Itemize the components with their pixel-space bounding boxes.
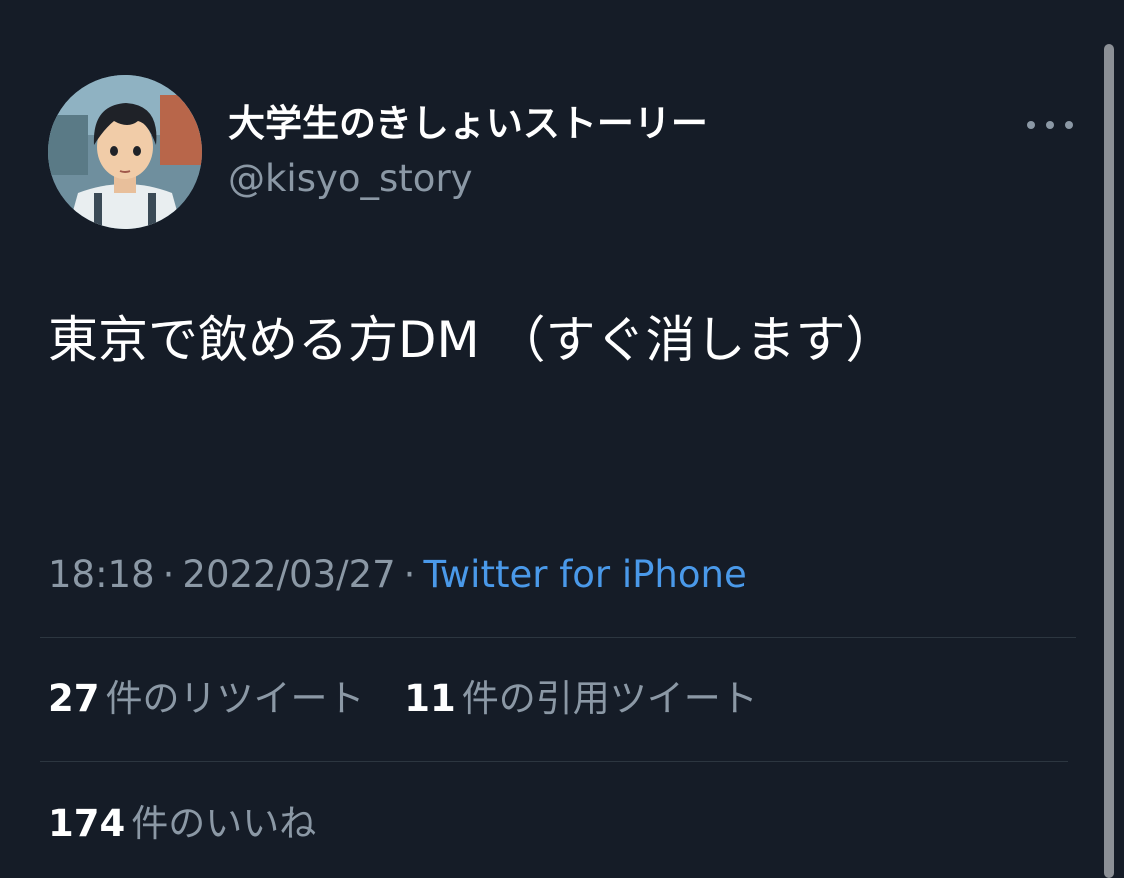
scrollbar[interactable] xyxy=(1104,44,1114,878)
likes-label: 件のいいね xyxy=(131,802,317,845)
anime-boy-avatar-icon xyxy=(48,75,202,229)
divider xyxy=(40,761,1068,762)
meta-separator: · xyxy=(162,553,175,596)
retweets-label: 件のリツイート xyxy=(105,677,365,720)
tweet-meta: 18:18 · 2022/03/27 · Twitter for iPhone xyxy=(48,549,747,601)
retweets-count: 27 xyxy=(48,677,100,720)
retweets-stat[interactable]: 27 件のリツイート xyxy=(48,674,365,724)
divider xyxy=(40,637,1076,638)
quotes-count: 11 xyxy=(404,677,456,720)
tweet-source-link[interactable]: Twitter for iPhone xyxy=(423,553,746,596)
likes-stat[interactable]: 174 件のいいね xyxy=(48,799,316,849)
quotes-label: 件の引用ツイート xyxy=(461,677,758,720)
quotes-stat[interactable]: 11 件の引用ツイート xyxy=(404,674,758,724)
meta-separator: · xyxy=(403,553,416,596)
tweet-text: 東京で飲める方DM （すぐ消します） xyxy=(48,311,896,369)
dot xyxy=(1065,121,1073,129)
retweet-stats-row: 27 件のリツイート 11 件の引用ツイート xyxy=(48,674,786,724)
avatar[interactable] xyxy=(48,75,202,229)
likes-stats-row: 174 件のいいね xyxy=(48,799,344,849)
dot xyxy=(1046,121,1054,129)
dot xyxy=(1027,121,1035,129)
tweet-time[interactable]: 18:18 xyxy=(48,553,155,596)
more-options-icon[interactable] xyxy=(1024,110,1076,140)
display-name[interactable]: 大学生のきしょいストーリー xyxy=(228,100,708,148)
likes-count: 174 xyxy=(48,802,126,845)
user-handle[interactable]: @kisyo_story xyxy=(228,154,473,204)
tweet-date[interactable]: 2022/03/27 xyxy=(182,553,395,596)
